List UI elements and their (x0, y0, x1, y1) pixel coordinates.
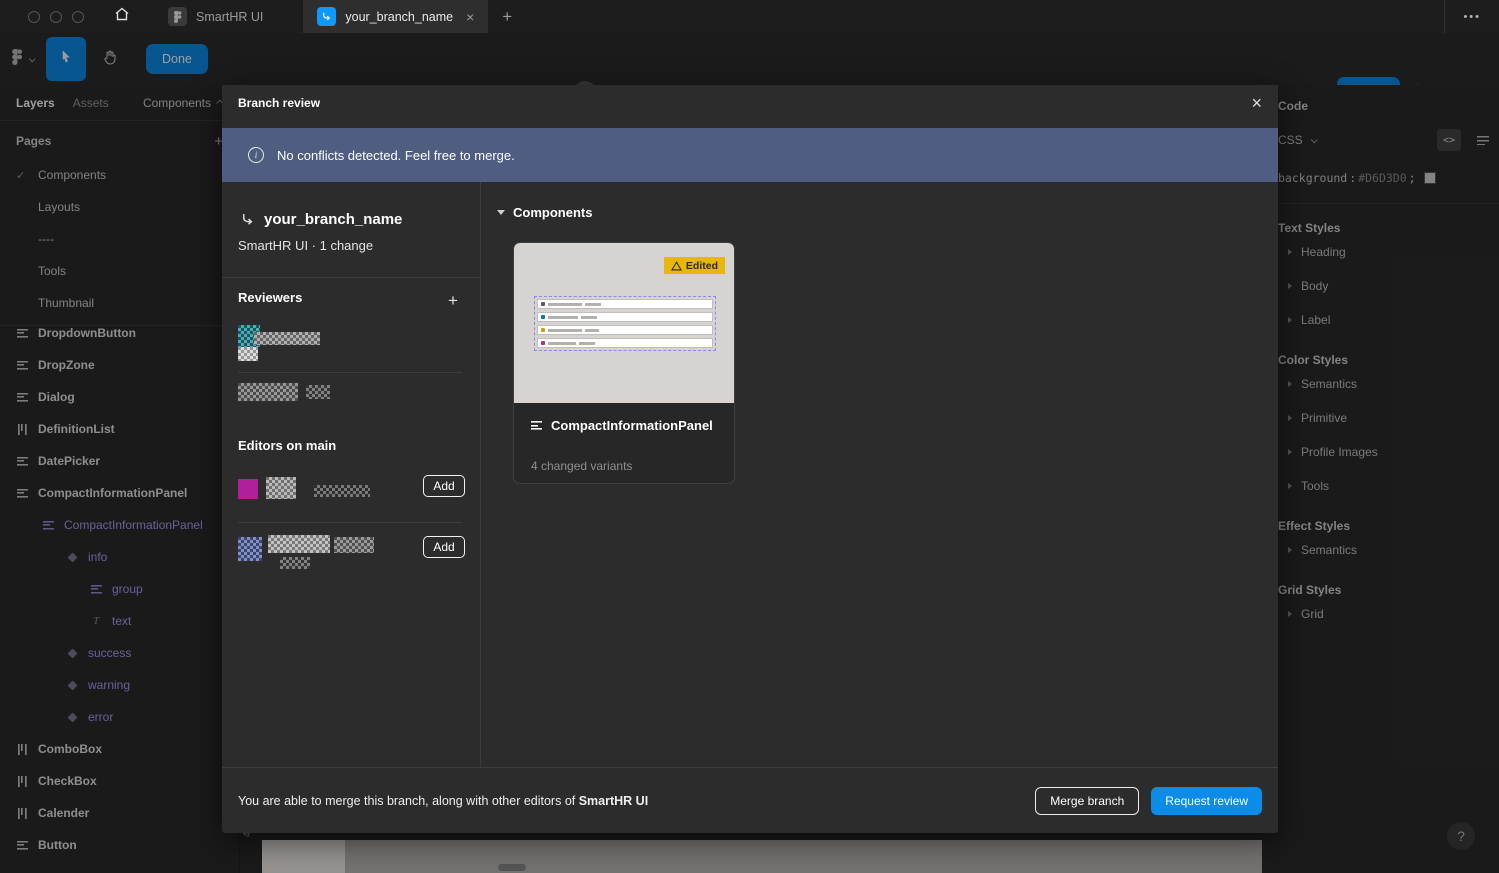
modal-footer: You are able to merge this branch, along… (222, 767, 1278, 833)
variant-preview-row (537, 312, 713, 322)
divider (238, 372, 462, 373)
variant-preview-stack (537, 299, 713, 348)
tab-label: SmartHR UI (196, 10, 263, 24)
traffic-lights (28, 11, 94, 23)
editor-name-redacted (280, 557, 310, 569)
component-thumbnail: Edited (514, 243, 734, 403)
merge-permission-text: You are able to merge this branch, along… (238, 794, 648, 808)
modal-title: Branch review (238, 96, 320, 110)
figma-file-icon (168, 7, 187, 26)
figma-window: SmartHR UI your_branch_name × + ••• (0, 0, 1499, 873)
disclosure-triangle-down-icon (497, 210, 505, 215)
warning-triangle-icon (671, 261, 682, 271)
editor-name-redacted (334, 537, 374, 553)
home-button[interactable] (108, 5, 136, 29)
divider (238, 522, 462, 523)
new-tab-button[interactable]: + (488, 7, 526, 27)
branch-meta: SmartHR UI · 1 change (238, 238, 373, 253)
reviewer-avatar-redacted (238, 347, 258, 361)
edited-badge: Edited (664, 257, 725, 274)
tab-smarthr-ui[interactable]: SmartHR UI (154, 0, 277, 33)
reviewer-name-redacted (254, 332, 320, 345)
merge-permission-prefix: You are able to merge this branch, along… (238, 794, 579, 808)
add-editor-button[interactable]: Add (423, 475, 465, 497)
editor-name-redacted (268, 535, 330, 553)
changed-component-card[interactable]: Edited CompactInformationPanel 4 changed… (513, 242, 735, 484)
reviewer-name-redacted (306, 385, 330, 399)
traffic-light-close-icon[interactable] (28, 11, 40, 23)
add-editor-button[interactable]: Add (423, 536, 465, 558)
components-header: Components (513, 205, 592, 220)
editor-name-redacted (314, 485, 370, 497)
tab-label: your_branch_name (345, 10, 453, 24)
request-review-button[interactable]: Request review (1151, 787, 1262, 815)
components-section-toggle[interactable]: Components (497, 205, 592, 220)
divider (222, 277, 480, 278)
more-menu-icon[interactable]: ••• (1445, 11, 1499, 23)
branch-name: your_branch_name (264, 211, 402, 228)
no-conflicts-banner: i No conflicts detected. Feel free to me… (222, 128, 1278, 182)
tab-your-branch-name[interactable]: your_branch_name × (303, 0, 488, 33)
home-icon (114, 7, 130, 26)
editors-on-main-header: Editors on main (238, 438, 336, 453)
banner-text: No conflicts detected. Feel free to merg… (277, 148, 515, 163)
traffic-light-minimize-icon[interactable] (50, 11, 62, 23)
branch-icon (317, 7, 336, 26)
editor-avatar (238, 479, 258, 499)
info-icon: i (248, 147, 264, 163)
close-icon[interactable]: × (1251, 94, 1262, 112)
component-change-count: 4 changed variants (531, 459, 632, 473)
component-lines-icon (531, 421, 542, 430)
editor-avatar-redacted (238, 537, 262, 561)
variant-preview-row (537, 338, 713, 348)
component-name: CompactInformationPanel (551, 418, 713, 433)
merge-branch-button[interactable]: Merge branch (1035, 787, 1139, 815)
add-reviewer-button[interactable]: + (448, 291, 458, 311)
reviewers-header: Reviewers (238, 290, 302, 305)
merge-permission-file-name: SmartHR UI (579, 794, 648, 808)
tab-close-icon[interactable]: × (466, 9, 474, 25)
variant-preview-row (537, 299, 713, 309)
window-tab-bar: SmartHR UI your_branch_name × + ••• (0, 0, 1499, 33)
divider (480, 182, 481, 767)
traffic-light-zoom-icon[interactable] (72, 11, 84, 23)
reviewer-name-redacted (238, 383, 298, 401)
editor-name-redacted (266, 477, 296, 499)
edited-badge-label: Edited (686, 260, 718, 272)
branch-icon (240, 212, 255, 227)
variant-preview-row (537, 325, 713, 335)
branch-review-modal: Branch review × i No conflicts detected.… (222, 85, 1278, 833)
